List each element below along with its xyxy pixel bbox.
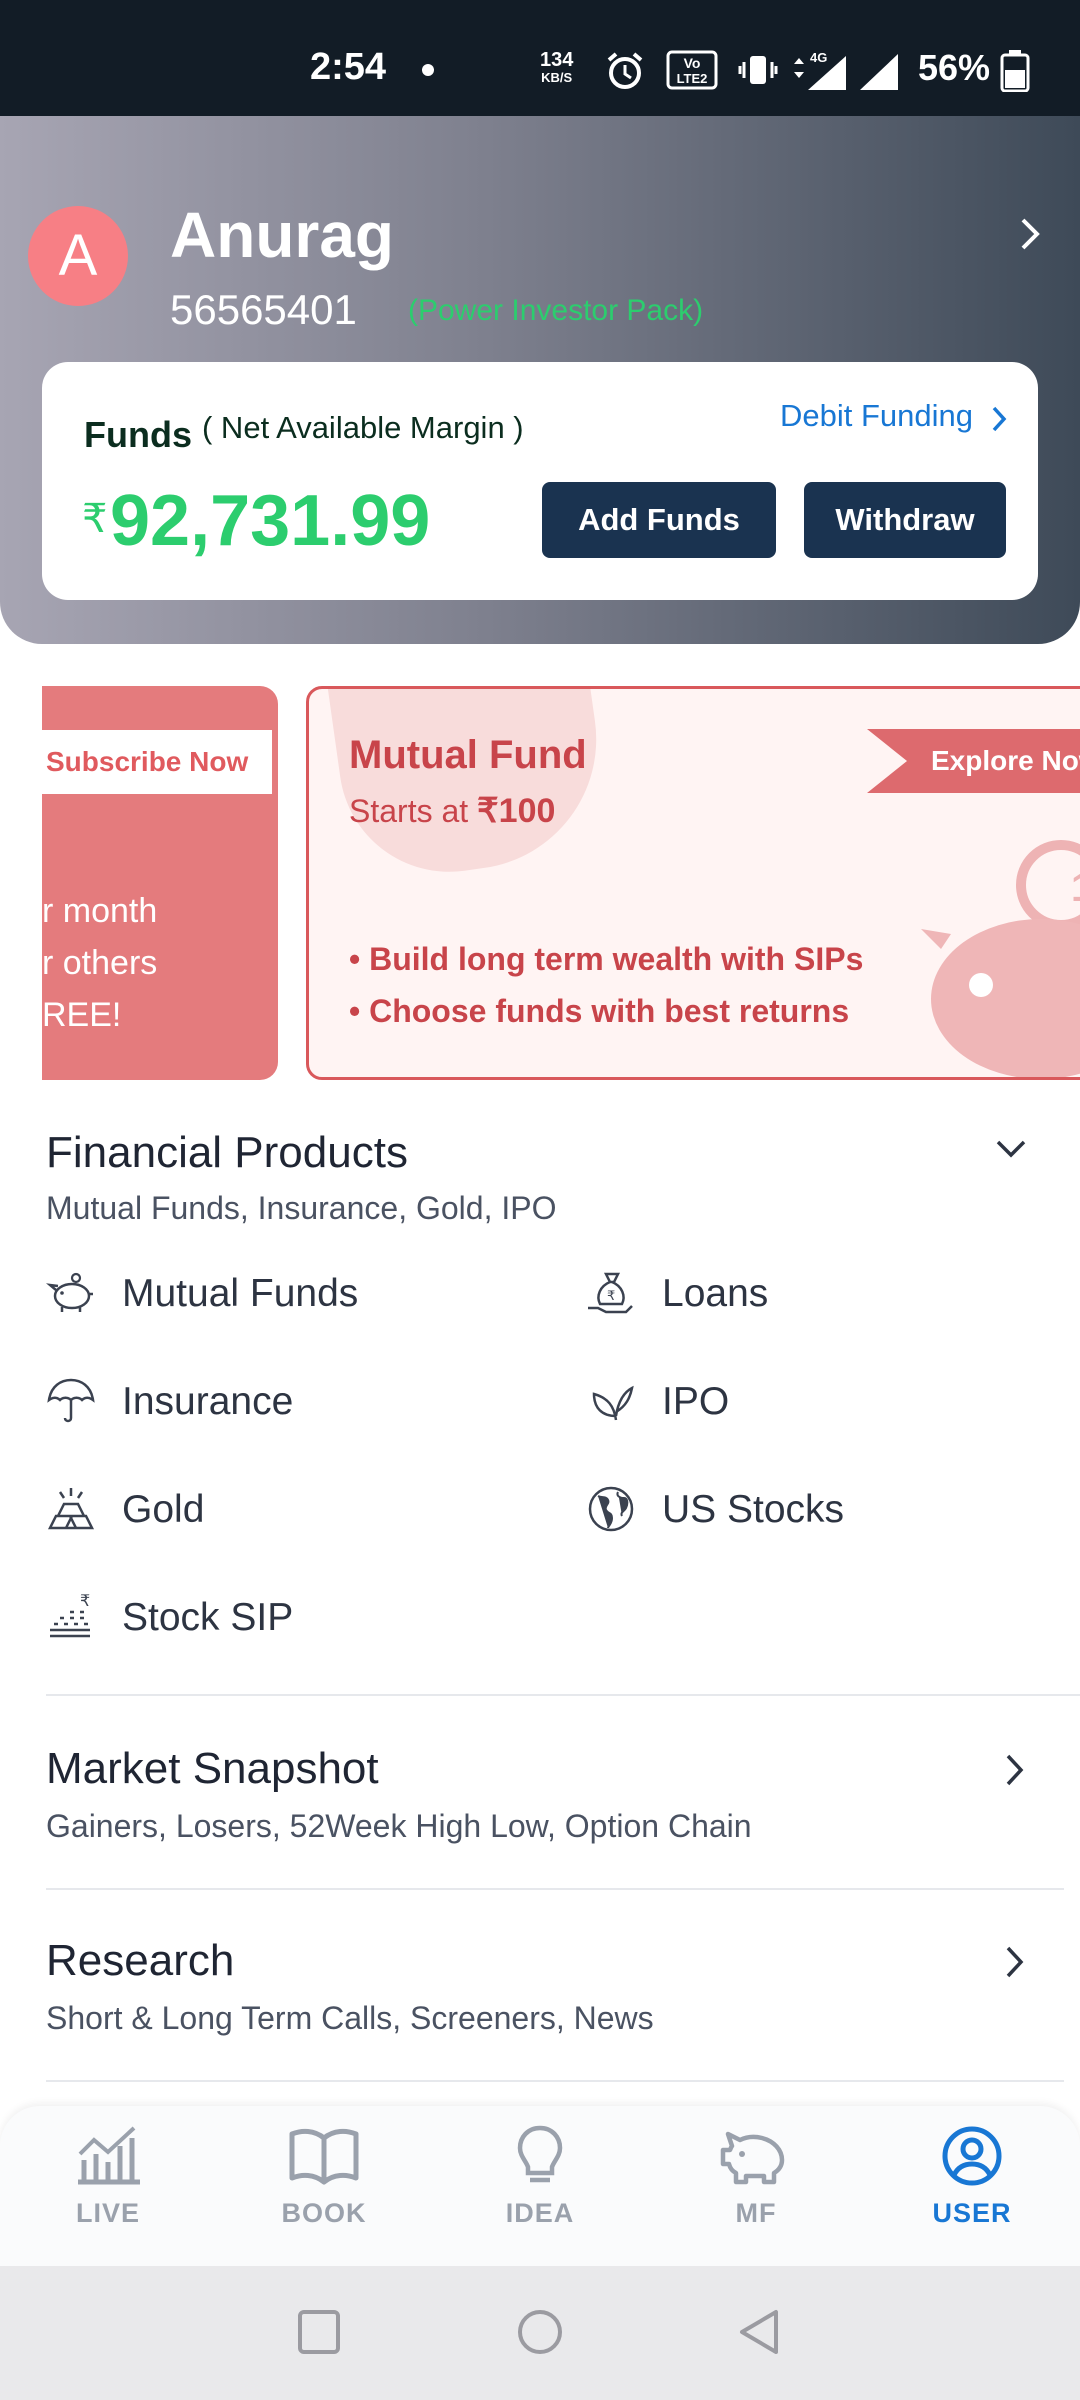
home-icon[interactable]: [516, 2306, 564, 2358]
svg-text:Vo: Vo: [684, 55, 701, 71]
nav-label: IDEA: [505, 2198, 575, 2228]
banner-text-line: r others: [42, 944, 158, 982]
rupee-bars-icon: ₹: [50, 1592, 90, 1638]
decorative-blob: [324, 689, 614, 887]
battery-icon: [1000, 50, 1030, 92]
status-time: 2:54: [310, 46, 387, 88]
product-label: Mutual Funds: [122, 1272, 359, 1315]
banner-text-line: REE!: [42, 996, 122, 1034]
product-label: IPO: [662, 1380, 730, 1423]
svg-text:₹: ₹: [80, 1592, 90, 1610]
chevron-right-icon[interactable]: [986, 404, 1012, 434]
banner-title: Mutual Fund: [349, 733, 587, 777]
funds-card: Funds ( Net Available Margin ) Debit Fun…: [42, 362, 1038, 600]
svg-text:4G: 4G: [810, 50, 827, 65]
signal-icon: [860, 54, 898, 90]
banner-text-line: r month: [42, 892, 158, 930]
financial-products-title[interactable]: Financial Products: [46, 1128, 408, 1178]
product-label: US Stocks: [662, 1488, 845, 1531]
svg-text:1: 1: [1071, 866, 1080, 910]
product-label: Insurance: [122, 1380, 294, 1423]
product-ipo[interactable]: IPO: [586, 1366, 1026, 1436]
currency-symbol: ₹: [82, 497, 108, 541]
nav-label: USER: [932, 2198, 1012, 2228]
avatar[interactable]: A: [28, 206, 128, 306]
signal-4g-icon: 4G: [794, 50, 846, 90]
divider: [46, 1694, 1080, 1696]
market-snapshot-title[interactable]: Market Snapshot: [46, 1744, 379, 1794]
volte-icon: Vo LTE2: [666, 50, 718, 90]
product-mutual-funds[interactable]: Mutual Funds: [46, 1258, 526, 1328]
chevron-right-icon[interactable]: [998, 1752, 1032, 1788]
divider: [46, 1888, 1064, 1890]
bulb-icon: [517, 2125, 563, 2183]
withdraw-button[interactable]: Withdraw: [804, 482, 1006, 558]
nav-label: BOOK: [281, 2198, 367, 2228]
funds-label: Funds: [84, 414, 192, 455]
nav-label: LIVE: [75, 2198, 140, 2228]
nav-idea[interactable]: IDEA: [460, 2124, 620, 2254]
back-icon[interactable]: [736, 2306, 782, 2358]
banner-bullet: • Build long term wealth with SIPs: [349, 941, 864, 977]
research-title[interactable]: Research: [46, 1936, 234, 1986]
chart-icon: [78, 2126, 140, 2185]
recents-icon[interactable]: [296, 2306, 342, 2358]
svg-text:LTE2: LTE2: [677, 71, 708, 86]
subscribe-now-tag[interactable]: Subscribe Now: [42, 730, 272, 794]
chevron-right-icon[interactable]: [1010, 214, 1050, 254]
pack-badge: (Power Investor Pack): [408, 294, 704, 327]
nav-live[interactable]: LIVE: [28, 2124, 188, 2254]
product-insurance[interactable]: Insurance: [46, 1366, 526, 1436]
banner-bullet: • Choose funds with best returns: [349, 993, 850, 1029]
banner-subtitle: Starts at ₹100: [349, 792, 556, 830]
explore-now-tag[interactable]: Explore Now: [867, 729, 1080, 793]
chevron-down-icon[interactable]: [994, 1134, 1028, 1164]
product-label: Gold: [122, 1488, 205, 1531]
research-subtitle: Short & Long Term Calls, Screeners, News: [46, 2000, 654, 2036]
nav-book[interactable]: BOOK: [244, 2124, 404, 2254]
nav-label: MF: [735, 2198, 777, 2228]
sprout-icon: [592, 1385, 634, 1421]
book-icon: [289, 2128, 359, 2185]
add-funds-button[interactable]: Add Funds: [542, 482, 776, 558]
debit-funding-link[interactable]: Debit Funding: [780, 398, 973, 434]
gold-bars-icon: [47, 1488, 95, 1530]
nav-user[interactable]: USER: [892, 2124, 1052, 2254]
product-us-stocks[interactable]: US Stocks: [586, 1474, 1026, 1544]
money-bag-icon: ₹: [588, 1272, 633, 1314]
nav-mf[interactable]: MF: [676, 2124, 836, 2254]
product-gold[interactable]: Gold: [46, 1474, 526, 1544]
system-navigation-bar: [0, 2266, 1080, 2400]
subscribe-banner[interactable]: Subscribe Now r month r others REE!: [42, 686, 278, 1080]
product-stock-sip[interactable]: ₹ Stock SIP: [46, 1582, 526, 1652]
funds-sublabel: ( Net Available Margin ): [202, 410, 524, 445]
alarm-icon: [607, 52, 643, 89]
battery-percent: 56%: [918, 47, 991, 88]
bottom-navigation: LIVE BOOK IDEA MF USER: [0, 2106, 1080, 2266]
user-name[interactable]: Anurag: [170, 198, 394, 272]
mutual-fund-banner[interactable]: Mutual Fund Starts at ₹100 Explore Now •…: [306, 686, 1080, 1080]
product-loans[interactable]: ₹ Loans: [586, 1258, 1026, 1328]
user-circle-icon: [942, 2126, 1002, 2186]
funds-amount: 92,731.99: [110, 481, 431, 561]
globe-icon: [588, 1486, 634, 1532]
product-label: Loans: [662, 1272, 769, 1315]
chevron-right-icon[interactable]: [998, 1944, 1032, 1980]
piggy-bank-icon: [720, 2131, 785, 2185]
market-snapshot-subtitle: Gainers, Losers, 52Week High Low, Option…: [46, 1808, 752, 1844]
piggy-bank-icon: [46, 1272, 93, 1312]
product-label: Stock SIP: [122, 1596, 294, 1639]
vibrate-icon: [738, 56, 778, 84]
notification-dot: [422, 64, 434, 76]
financial-products-subtitle: Mutual Funds, Insurance, Gold, IPO: [46, 1190, 557, 1226]
divider: [46, 2080, 1064, 2082]
piggy-bank-icon: 1: [921, 840, 1080, 1077]
status-bar: 2:54 134 KB/S Vo LTE2 4G 56%: [0, 0, 1080, 116]
network-speed: 134 KB/S: [540, 49, 574, 85]
umbrella-icon: [47, 1378, 95, 1423]
svg-text:₹: ₹: [607, 1289, 615, 1304]
client-id: 56565401: [170, 286, 357, 333]
